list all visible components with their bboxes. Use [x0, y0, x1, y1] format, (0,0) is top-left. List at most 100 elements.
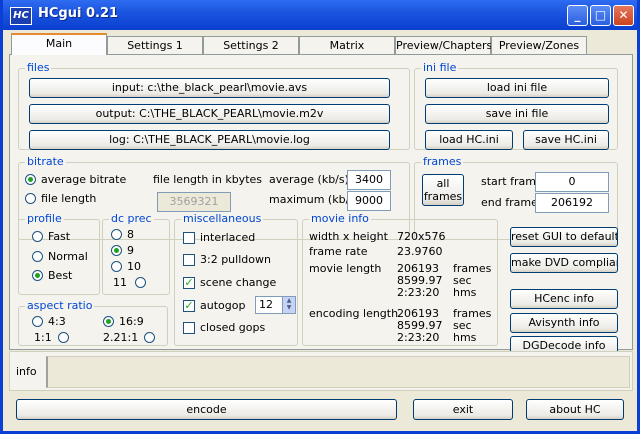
aspect-16-9-label: 16:9	[119, 315, 144, 328]
tab-preview-chapters[interactable]: Preview/Chapters	[395, 36, 492, 54]
radio-icon	[57, 332, 69, 343]
window-title: HCgui 0.21	[38, 6, 119, 21]
average-bitrate-label: average bitrate	[41, 173, 127, 186]
average-kbs-input[interactable]: 3400	[347, 170, 391, 190]
dc-prec-11-radio[interactable]: 11	[113, 276, 146, 289]
minimize-button[interactable]: _	[567, 5, 588, 26]
autogop-checkbox[interactable]: ✓ autogop	[183, 299, 245, 312]
movie-info-group: movie info width x height 720x576 frame …	[302, 212, 498, 346]
aspect-ratio-group: aspect ratio 4:3 16:9 1:1 2.21:1	[18, 299, 168, 346]
pulldown-checkbox[interactable]: 3:2 pulldown	[183, 253, 271, 266]
spin-down-icon[interactable]: ▼	[283, 304, 295, 311]
avisynth-info-button[interactable]: Avisynth info	[510, 313, 618, 333]
interlaced-checkbox[interactable]: interlaced	[183, 231, 255, 244]
width-height-value: 720x576	[397, 230, 446, 243]
profile-normal-radio[interactable]: Normal	[32, 250, 88, 263]
tab-matrix[interactable]: Matrix	[299, 36, 395, 54]
profile-normal-label: Normal	[48, 250, 88, 263]
profile-group-label: profile	[25, 212, 64, 226]
encode-button[interactable]: encode	[16, 399, 397, 420]
autogop-label: autogop	[200, 299, 246, 312]
average-bitrate-radio[interactable]: average bitrate	[25, 173, 126, 186]
unit-hms: hms	[453, 331, 477, 344]
make-dvd-compliant-button[interactable]: make DVD compliant	[510, 253, 618, 273]
files-group-label: files	[25, 61, 52, 75]
maximum-kbs-input[interactable]: 9000	[347, 191, 391, 211]
about-hc-button[interactable]: about HC	[526, 399, 624, 420]
aspect-1-1-label: 1:1	[34, 331, 52, 344]
aspect-2-21-label: 2.21:1	[103, 331, 139, 344]
dc-prec-9-radio[interactable]: 9	[111, 244, 134, 257]
aspect-ratio-group-label: aspect ratio	[25, 299, 95, 313]
aspect-4-3-radio[interactable]: 4:3	[32, 315, 66, 328]
radio-selected-icon	[111, 245, 122, 256]
start-frame-label: start frame	[481, 175, 543, 188]
tab-settings-2[interactable]: Settings 2	[203, 36, 299, 54]
profile-fast-radio[interactable]: Fast	[32, 230, 70, 243]
checkbox-icon	[183, 321, 195, 334]
dc-prec-9-label: 9	[127, 244, 134, 257]
radio-icon	[111, 229, 122, 240]
output-file-button[interactable]: output: C:\THE_BLACK_PEARL\movie.m2v	[29, 104, 390, 124]
frame-rate-value: 23.9760	[397, 245, 443, 258]
frame-rate-label: frame rate	[309, 245, 368, 258]
end-frame-label: end frame	[481, 196, 538, 209]
info-panel: info	[9, 351, 633, 391]
tab-settings-1[interactable]: Settings 1	[107, 36, 203, 54]
load-hc-ini-button[interactable]: load HC.ini	[425, 130, 513, 150]
scene-change-label: scene change	[200, 276, 277, 289]
spin-up-icon[interactable]: ▲	[283, 297, 295, 304]
ini-file-group-label: ini file	[421, 61, 459, 75]
scene-change-checkbox[interactable]: ✓ scene change	[183, 276, 276, 289]
close-button[interactable]: ✕	[613, 5, 634, 26]
interlaced-label: interlaced	[200, 231, 256, 244]
save-ini-button[interactable]: save ini file	[425, 104, 609, 124]
autogop-spinner[interactable]: ▲ ▼	[282, 296, 296, 314]
radio-icon	[135, 277, 146, 288]
encoding-length-label: encoding length	[309, 307, 399, 320]
tab-main[interactable]: Main	[11, 33, 107, 55]
log-file-button[interactable]: log: C:\THE_BLACK_PEARL\movie.log	[29, 130, 390, 150]
dc-prec-8-label: 8	[127, 228, 134, 241]
tab-preview-zones[interactable]: Preview/Zones	[491, 36, 587, 54]
maximize-button[interactable]: □	[590, 5, 611, 26]
save-hc-ini-button[interactable]: save HC.ini	[523, 130, 609, 150]
autogop-input[interactable]: 12	[255, 296, 283, 314]
hcenc-info-button[interactable]: HCenc info	[510, 289, 618, 309]
profile-fast-label: Fast	[48, 230, 71, 243]
radio-icon	[111, 261, 122, 272]
app-icon: HC	[10, 7, 32, 25]
movie-length-hms: 2:23:20	[397, 286, 440, 299]
aspect-2-21-radio[interactable]: 2.21:1	[103, 331, 156, 344]
radio-icon	[144, 332, 156, 343]
exit-button[interactable]: exit	[413, 399, 513, 420]
all-frames-button[interactable]: all frames	[422, 174, 464, 206]
file-length-radio[interactable]: file length	[25, 192, 96, 205]
closed-gops-checkbox[interactable]: closed gops	[183, 321, 265, 334]
radio-icon	[32, 251, 43, 262]
aspect-16-9-radio[interactable]: 16:9	[103, 315, 144, 328]
radio-icon	[32, 231, 43, 242]
check-mark-icon: ✓	[183, 275, 195, 289]
miscellaneous-group-label: miscellaneous	[181, 212, 264, 226]
closed-gops-label: closed gops	[200, 321, 266, 334]
info-label: info	[16, 365, 37, 378]
end-frame-input[interactable]: 206192	[535, 193, 609, 213]
width-height-label: width x height	[309, 230, 388, 243]
profile-group: profile Fast Normal Best	[18, 212, 100, 295]
aspect-1-1-radio[interactable]: 1:1	[34, 331, 69, 344]
profile-best-radio[interactable]: Best	[32, 269, 72, 282]
input-file-button[interactable]: input: c:\the_black_pearl\movie.avs	[29, 78, 390, 98]
file-length-kbytes-label: file length in kbytes	[153, 173, 263, 186]
title-bar[interactable]: HC HCgui 0.21 _ □ ✕	[3, 0, 637, 30]
client-area: Main Settings 1 Settings 2 Matrix Previe…	[3, 30, 637, 431]
load-ini-button[interactable]: load ini file	[425, 78, 609, 98]
miscellaneous-group: miscellaneous interlaced 3:2 pulldown ✓ …	[174, 212, 298, 346]
bitrate-group-label: bitrate	[25, 155, 66, 169]
file-length-input[interactable]: 3569321	[157, 192, 231, 212]
reset-gui-button[interactable]: reset GUI to default	[510, 227, 618, 247]
dc-prec-8-radio[interactable]: 8	[111, 228, 134, 241]
start-frame-input[interactable]: 0	[535, 172, 609, 192]
maximum-kbs-label: maximum (kb/s)	[269, 193, 360, 206]
dc-prec-10-radio[interactable]: 10	[111, 260, 141, 273]
